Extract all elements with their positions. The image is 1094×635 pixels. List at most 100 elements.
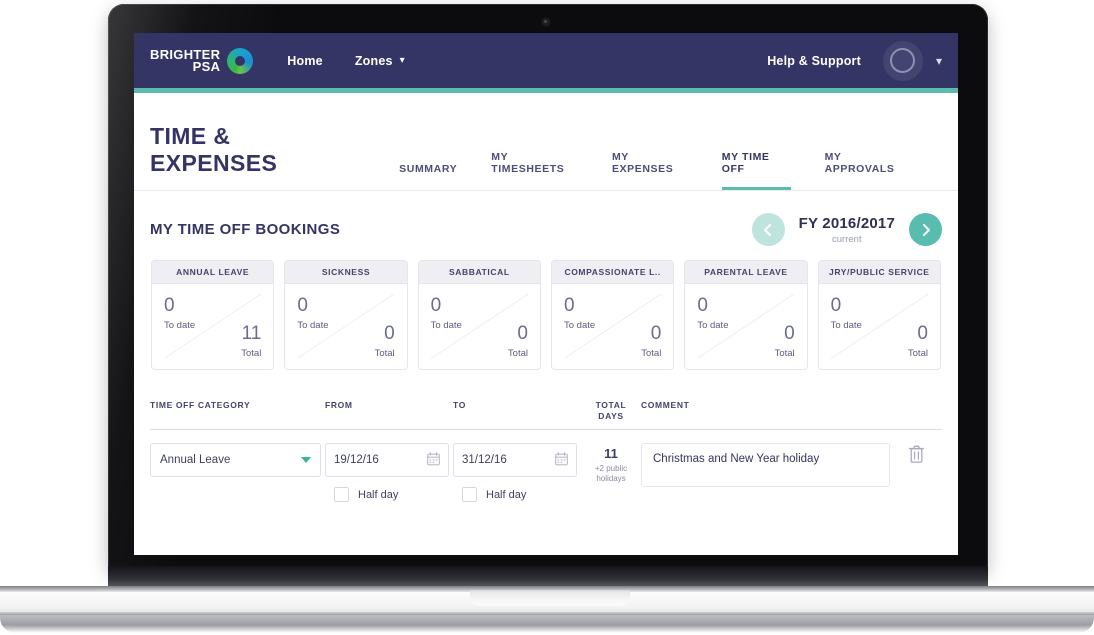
- to-date-value: 31/12/16: [462, 454, 507, 467]
- nav-item-help-support[interactable]: Help & Support: [767, 54, 861, 68]
- tab-my-timesheets[interactable]: MY TIMESHEETS: [491, 151, 578, 190]
- calendar-icon[interactable]: [555, 451, 568, 469]
- total-label: Total: [241, 348, 262, 359]
- card-sabbatical: SABBATICAL 0 To date 0 Total: [417, 260, 541, 370]
- total-days-note: +2 public holidays: [581, 464, 641, 484]
- time-off-category-select[interactable]: Annual Leave: [150, 443, 321, 478]
- fiscal-year-value: FY 2016/2017: [798, 214, 895, 232]
- card-annual-leave-total: 11 Total: [241, 324, 261, 359]
- card-sickness-to-date: 0 To date: [297, 296, 328, 331]
- total-label: Total: [774, 348, 795, 359]
- trash-icon: [908, 445, 924, 463]
- tab-my-time-off[interactable]: MY TIME OFF: [721, 151, 791, 190]
- total-label: Total: [907, 348, 928, 359]
- from-date-input[interactable]: 19/12/16: [325, 443, 449, 478]
- tab-summary[interactable]: SUMMARY: [399, 163, 457, 190]
- column-header-to: TO: [453, 400, 466, 410]
- total-value: 0: [650, 323, 662, 344]
- to-date-input[interactable]: 31/12/16: [453, 443, 577, 478]
- card-jury-public-service-to-date: 0 To date: [831, 296, 862, 331]
- card-compassionate-leave-total: 0 Total: [641, 324, 661, 359]
- column-header-total-days-line2: DAYS: [598, 411, 624, 422]
- card-sickness-title: SICKNESS: [285, 261, 407, 284]
- brand-logo-text: BRIGHTER PSA: [150, 48, 221, 74]
- to-date-value: 0: [563, 295, 575, 316]
- calendar-icon[interactable]: [427, 451, 440, 469]
- brand-ring-icon: [227, 47, 254, 74]
- nav-item-home-label: Home: [287, 53, 323, 68]
- nav-item-zones[interactable]: Zones ▾: [355, 54, 405, 68]
- table-row: Annual Leave 19/12/16 Half day 31/12/16 …: [150, 430, 942, 503]
- brand-logo[interactable]: BRIGHTER PSA: [150, 47, 254, 74]
- prev-fiscal-year-button[interactable]: [751, 213, 785, 246]
- column-header-category: TIME OFF CATEGORY: [150, 400, 251, 410]
- card-annual-leave-title: ANNUAL LEAVE: [152, 261, 274, 284]
- to-date-label: To date: [430, 320, 462, 331]
- tab-my-approvals[interactable]: MY APPROVALS: [825, 151, 908, 190]
- total-label: Total: [374, 348, 395, 359]
- total-value: 0: [517, 323, 528, 344]
- from-half-day-row[interactable]: Half day: [325, 487, 453, 503]
- total-label: Total: [641, 348, 662, 359]
- card-sickness: SICKNESS 0 To date 0 Total: [284, 260, 408, 370]
- brand-logo-line2: PSA: [192, 58, 221, 74]
- total-label: Total: [507, 348, 528, 359]
- from-date-value: 19/12/16: [334, 454, 379, 467]
- card-parental-leave: PARENTAL LEAVE 0 To date 0 Total: [684, 260, 808, 370]
- card-annual-leave-to-date: 0 To date: [164, 296, 195, 331]
- from-half-day-checkbox[interactable]: [334, 487, 349, 503]
- to-date-label: To date: [164, 320, 196, 331]
- column-header-delete: [890, 400, 942, 422]
- card-sabbatical-body: 0 To date 0 Total: [419, 284, 540, 369]
- chevron-right-icon: [922, 223, 930, 236]
- total-value: 0: [384, 323, 395, 344]
- to-date-value: 0: [697, 295, 708, 316]
- column-header-comment: COMMENT: [641, 400, 690, 410]
- time-off-summary-cards: ANNUAL LEAVE 0 To date 11 Total SICKNESS…: [134, 246, 958, 370]
- card-annual-leave: ANNUAL LEAVE 0 To date 11 Total: [151, 260, 275, 370]
- nav-item-help-support-label: Help & Support: [767, 53, 861, 68]
- card-parental-leave-to-date: 0 To date: [697, 296, 728, 331]
- card-annual-leave-body: 0 To date 11 Total: [152, 284, 273, 369]
- card-jury-public-service-title: JRY/PUBLIC SERVICE: [818, 261, 940, 284]
- avatar[interactable]: [882, 40, 923, 81]
- card-jury-public-service-total: 0 Total: [908, 324, 928, 359]
- total-value: 11: [241, 323, 262, 344]
- to-date-label: To date: [563, 320, 596, 331]
- tab-my-expenses-label: MY EXPENSES: [611, 151, 674, 175]
- card-jury-public-service: JRY/PUBLIC SERVICE 0 To date 0 Total: [817, 260, 941, 370]
- to-half-day-checkbox[interactable]: [462, 487, 477, 503]
- comment-input[interactable]: Christmas and New Year holiday: [641, 443, 890, 488]
- card-sickness-body: 0 To date 0 Total: [285, 284, 406, 369]
- to-half-day-row[interactable]: Half day: [453, 487, 581, 503]
- chevron-down-icon: [301, 457, 311, 464]
- to-date-value: 0: [830, 295, 842, 316]
- cell-to: 31/12/16 Half day: [453, 443, 581, 503]
- primary-nav-links: Home Zones ▾: [287, 54, 437, 68]
- account-chevron-down-icon[interactable]: ▾: [936, 54, 942, 68]
- screenshot-stage: BRIGHTER PSA Home Zones ▾ Help & Support: [0, 0, 1094, 635]
- to-date-value: 0: [164, 295, 175, 316]
- to-date-label: To date: [830, 320, 862, 331]
- to-half-day-label: Half day: [486, 488, 527, 501]
- nav-item-zones-label: Zones: [354, 53, 393, 68]
- card-parental-leave-total: 0 Total: [775, 324, 795, 359]
- section-title: MY TIME OFF BOOKINGS: [150, 221, 341, 238]
- tab-my-expenses[interactable]: MY EXPENSES: [612, 151, 688, 190]
- column-header-total-days: TOTAL DAYS: [581, 400, 641, 422]
- fiscal-year-label: FY 2016/2017 current: [785, 215, 909, 245]
- cell-from: 19/12/16 Half day: [325, 443, 453, 503]
- laptop-base-notch: [470, 590, 630, 606]
- card-compassionate-leave-to-date: 0 To date: [564, 296, 595, 331]
- card-parental-leave-title: PARENTAL LEAVE: [685, 261, 807, 284]
- time-off-category-value: Annual Leave: [160, 454, 231, 467]
- nav-item-home[interactable]: Home: [287, 54, 323, 68]
- avatar-ring-icon: [890, 48, 916, 73]
- column-header-from: FROM: [325, 400, 353, 410]
- total-days-note-line1: +2 public: [594, 464, 628, 474]
- next-fiscal-year-button[interactable]: [909, 213, 942, 246]
- column-header-total-days-line1: TOTAL: [595, 400, 627, 410]
- nav-right-cluster: Help & Support ▾: [767, 40, 942, 81]
- tab-my-approvals-label: MY APPROVALS: [824, 151, 895, 175]
- section-header: MY TIME OFF BOOKINGS FY 2016/2017 curren…: [134, 191, 958, 246]
